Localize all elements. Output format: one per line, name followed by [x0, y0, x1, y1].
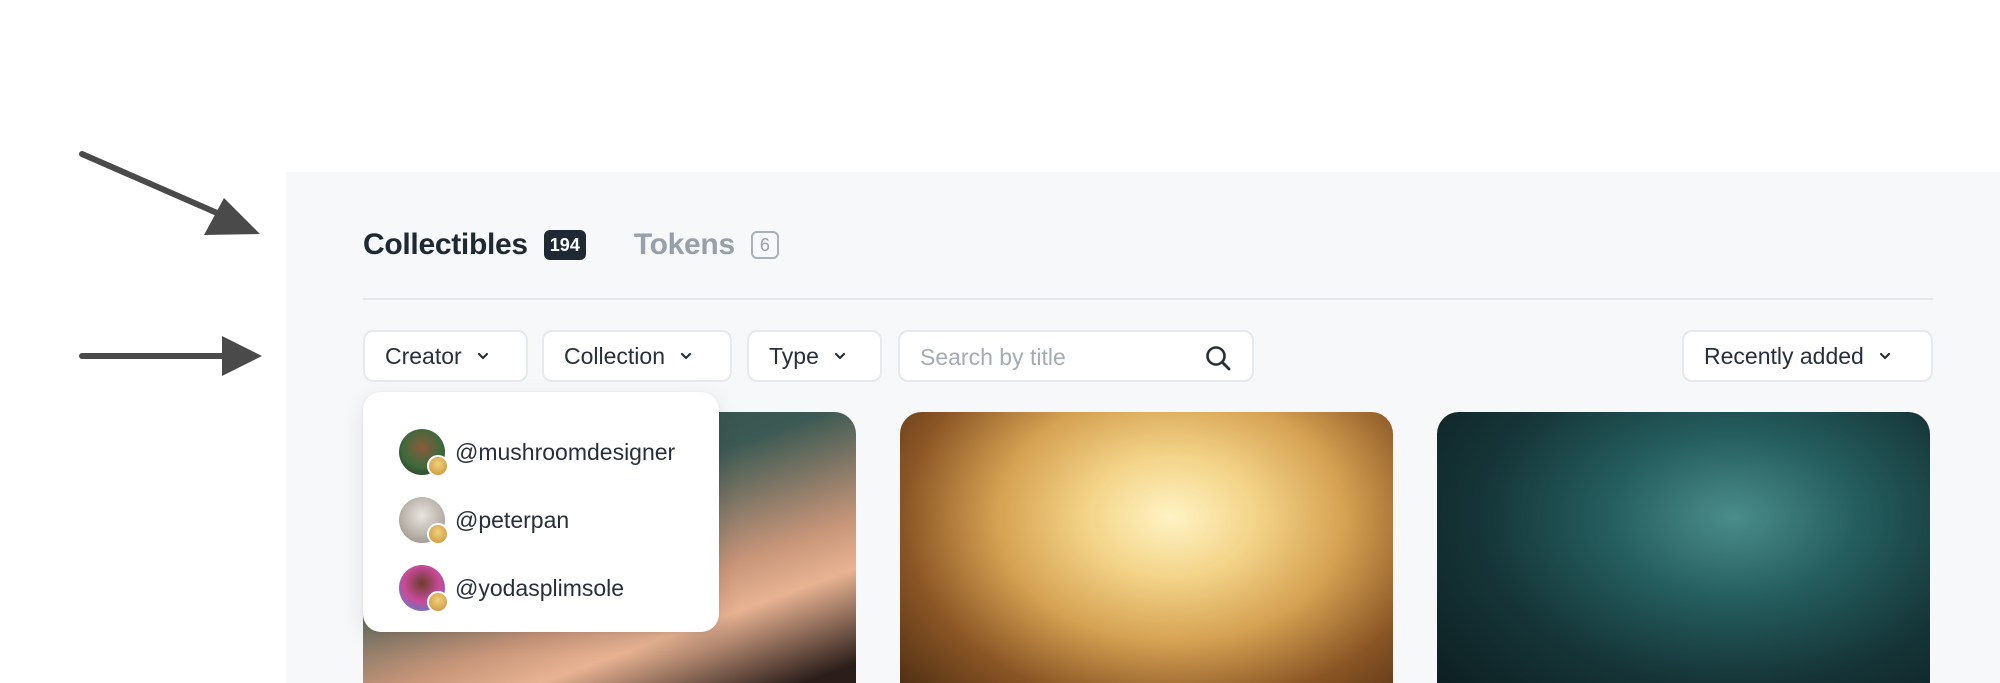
search-input[interactable]	[920, 342, 1190, 372]
creator-option[interactable]: @mushroomdesigner	[363, 418, 719, 486]
count-badge: 194	[543, 230, 586, 260]
creator-handle: @peterpan	[455, 506, 570, 533]
creator-filter-button[interactable]: Creator	[363, 330, 528, 382]
collectibles-panel: Collectibles 194 Tokens 6 Creator Collec…	[286, 172, 2000, 683]
annotation-arrow-icon	[79, 151, 260, 235]
collectible-card-image[interactable]	[900, 412, 1393, 683]
creator-handle: @mushroomdesigner	[455, 438, 676, 465]
type-filter-button[interactable]: Type	[747, 330, 882, 382]
search-icon[interactable]	[1204, 344, 1232, 372]
filter-label: Type	[769, 342, 819, 369]
search-field	[898, 330, 1254, 382]
tab-label: Tokens	[633, 228, 735, 261]
creator-option[interactable]: @peterpan	[363, 486, 719, 554]
tab-bar: Collectibles 194 Tokens 6	[363, 228, 779, 262]
annotation-arrow-icon	[79, 336, 262, 376]
filter-label: Creator	[385, 342, 462, 369]
tab-tokens[interactable]: Tokens 6	[634, 228, 779, 262]
avatar	[399, 497, 449, 545]
chevron-down-icon	[1879, 352, 1890, 360]
collectible-card-image[interactable]	[1437, 412, 1930, 683]
tab-collectibles[interactable]: Collectibles 194	[363, 228, 586, 262]
chevron-down-icon	[834, 352, 845, 360]
tab-label: Collectibles	[363, 228, 528, 261]
creator-handle: @yodasplimsole	[455, 574, 625, 601]
avatar	[399, 565, 449, 613]
avatar	[399, 429, 449, 477]
chevron-down-icon	[680, 352, 692, 360]
collection-filter-button[interactable]: Collection	[542, 330, 732, 382]
divider	[363, 298, 1933, 300]
sort-label: Recently added	[1704, 342, 1864, 369]
creator-option[interactable]: @yodasplimsole	[363, 554, 719, 622]
chevron-down-icon	[477, 352, 488, 360]
sort-dropdown[interactable]: Recently added	[1682, 330, 1933, 382]
filter-label: Collection	[564, 342, 665, 369]
creator-dropdown-menu: @mushroomdesigner @peterpan @yodasplimso…	[363, 392, 719, 632]
count-badge: 6	[750, 231, 779, 259]
